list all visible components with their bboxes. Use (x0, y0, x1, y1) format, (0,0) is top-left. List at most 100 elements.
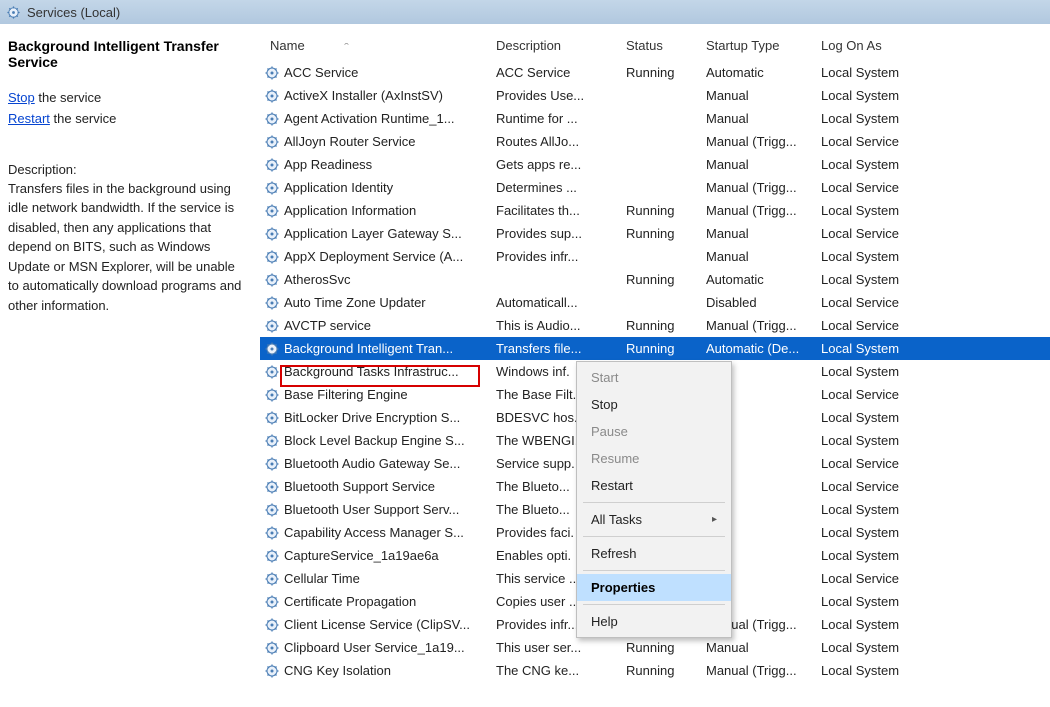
service-name: Bluetooth User Support Serv... (284, 502, 459, 517)
context-menu[interactable]: Start Stop Pause Resume Restart All Task… (576, 361, 732, 638)
gear-icon (264, 203, 280, 219)
cell-description: This user ser... (490, 636, 620, 659)
cell-logon: Local Service (815, 222, 1050, 245)
service-name: ACC Service (284, 65, 358, 80)
cell-description: Determines ... (490, 176, 620, 199)
table-row[interactable]: Clipboard User Service_1a19... This user … (260, 636, 1050, 659)
stop-link[interactable]: Stop (8, 90, 35, 105)
table-row[interactable]: AVCTP serviceThis is Audio...RunningManu… (260, 314, 1050, 337)
table-row[interactable]: ActiveX Installer (AxInstSV)Provides Use… (260, 84, 1050, 107)
cell-logon: Local System (815, 544, 1050, 567)
cell-startup: Disabled (700, 291, 815, 314)
table-row[interactable]: AtherosSvcRunningAutomaticLocal System (260, 268, 1050, 291)
table-row[interactable]: AllJoyn Router ServiceRoutes AllJo...Man… (260, 130, 1050, 153)
col-description[interactable]: Description (490, 34, 620, 61)
table-row[interactable]: Application InformationFacilitates th...… (260, 199, 1050, 222)
table-row[interactable]: App ReadinessGets apps re...ManualLocal … (260, 153, 1050, 176)
menu-pause: Pause (577, 418, 731, 445)
table-row[interactable]: Auto Time Zone UpdaterAutomaticall...Dis… (260, 291, 1050, 314)
cell-startup: Manual (700, 153, 815, 176)
service-name: App Readiness (284, 157, 372, 172)
cell-description: Provides sup... (490, 222, 620, 245)
cell-logon: Local Service (815, 452, 1050, 475)
cell-logon: Local System (815, 268, 1050, 291)
table-row[interactable]: Background Intelligent Tran... Transfers … (260, 337, 1050, 360)
menu-stop[interactable]: Stop (577, 391, 731, 418)
service-name: AVCTP service (284, 318, 371, 333)
table-row[interactable]: CNG Key IsolationThe CNG ke...RunningMan… (260, 659, 1050, 682)
gear-icon (264, 663, 280, 679)
cell-description: Transfers file... (490, 337, 620, 360)
gear-icon (264, 88, 280, 104)
services-list-panel: Nameˆ Description Status Startup Type Lo… (260, 24, 1050, 707)
table-row[interactable]: Application Layer Gateway S...Provides s… (260, 222, 1050, 245)
table-row[interactable]: Agent Activation Runtime_1...Runtime for… (260, 107, 1050, 130)
menu-refresh[interactable]: Refresh (577, 540, 731, 567)
cell-startup: Manual (Trigg... (700, 659, 815, 682)
service-name: Agent Activation Runtime_1... (284, 111, 455, 126)
table-row[interactable]: Application IdentityDetermines ...Manual… (260, 176, 1050, 199)
gear-icon (264, 479, 280, 495)
table-row[interactable]: ACC ServiceACC ServiceRunningAutomaticLo… (260, 61, 1050, 84)
gear-icon (264, 571, 280, 587)
cell-logon: Local System (815, 429, 1050, 452)
gear-icon (264, 226, 280, 242)
service-name: Application Identity (284, 180, 393, 195)
menu-properties[interactable]: Properties (577, 574, 731, 601)
cell-logon: Local Service (815, 383, 1050, 406)
cell-logon: Local System (815, 406, 1050, 429)
gear-icon (264, 433, 280, 449)
cell-status (620, 291, 700, 314)
table-row[interactable]: AppX Deployment Service (A...Provides in… (260, 245, 1050, 268)
cell-logon: Local Service (815, 291, 1050, 314)
col-status[interactable]: Status (620, 34, 700, 61)
menu-all-tasks[interactable]: All Tasks (577, 506, 731, 533)
gear-icon (264, 640, 280, 656)
description-label: Description: (8, 162, 248, 177)
menu-restart[interactable]: Restart (577, 472, 731, 499)
cell-status (620, 176, 700, 199)
gear-icon (264, 456, 280, 472)
col-name[interactable]: Nameˆ (260, 34, 490, 61)
cell-status: Running (620, 314, 700, 337)
cell-logon: Local System (815, 498, 1050, 521)
cell-logon: Local System (815, 636, 1050, 659)
col-startup[interactable]: Startup Type (700, 34, 815, 61)
cell-logon: Local System (815, 199, 1050, 222)
gear-icon (264, 502, 280, 518)
service-name: Background Intelligent Tran... (284, 341, 453, 356)
cell-status (620, 84, 700, 107)
service-name: AppX Deployment Service (A... (284, 249, 463, 264)
service-name: Certificate Propagation (284, 594, 416, 609)
selected-service-title: Background Intelligent Transfer Service (8, 38, 248, 70)
cell-startup: Manual (700, 636, 815, 659)
menu-help[interactable]: Help (577, 608, 731, 635)
gear-icon (264, 157, 280, 173)
service-name: CaptureService_1a19ae6a (284, 548, 439, 563)
services-icon (6, 5, 21, 20)
service-name: Background Tasks Infrastruc... (284, 364, 459, 379)
gear-icon (264, 318, 280, 334)
cell-logon: Local System (815, 107, 1050, 130)
cell-logon: Local System (815, 590, 1050, 613)
cell-description: ACC Service (490, 61, 620, 84)
col-logon[interactable]: Log On As (815, 34, 1050, 61)
service-name: BitLocker Drive Encryption S... (284, 410, 460, 425)
title-bar: Services (Local) (0, 0, 1050, 24)
gear-icon (264, 594, 280, 610)
service-name: Clipboard User Service_1a19... (284, 640, 465, 655)
service-name: Bluetooth Audio Gateway Se... (284, 456, 460, 471)
cell-logon: Local Service (815, 475, 1050, 498)
cell-logon: Local Service (815, 567, 1050, 590)
service-name: Base Filtering Engine (284, 387, 408, 402)
service-name: Capability Access Manager S... (284, 525, 464, 540)
cell-status: Running (620, 337, 700, 360)
restart-link[interactable]: Restart (8, 111, 50, 126)
cell-startup: Manual (Trigg... (700, 130, 815, 153)
cell-logon: Local System (815, 153, 1050, 176)
cell-startup: Manual (700, 245, 815, 268)
cell-logon: Local System (815, 521, 1050, 544)
cell-status (620, 245, 700, 268)
cell-logon: Local System (815, 337, 1050, 360)
cell-description: Provides Use... (490, 84, 620, 107)
